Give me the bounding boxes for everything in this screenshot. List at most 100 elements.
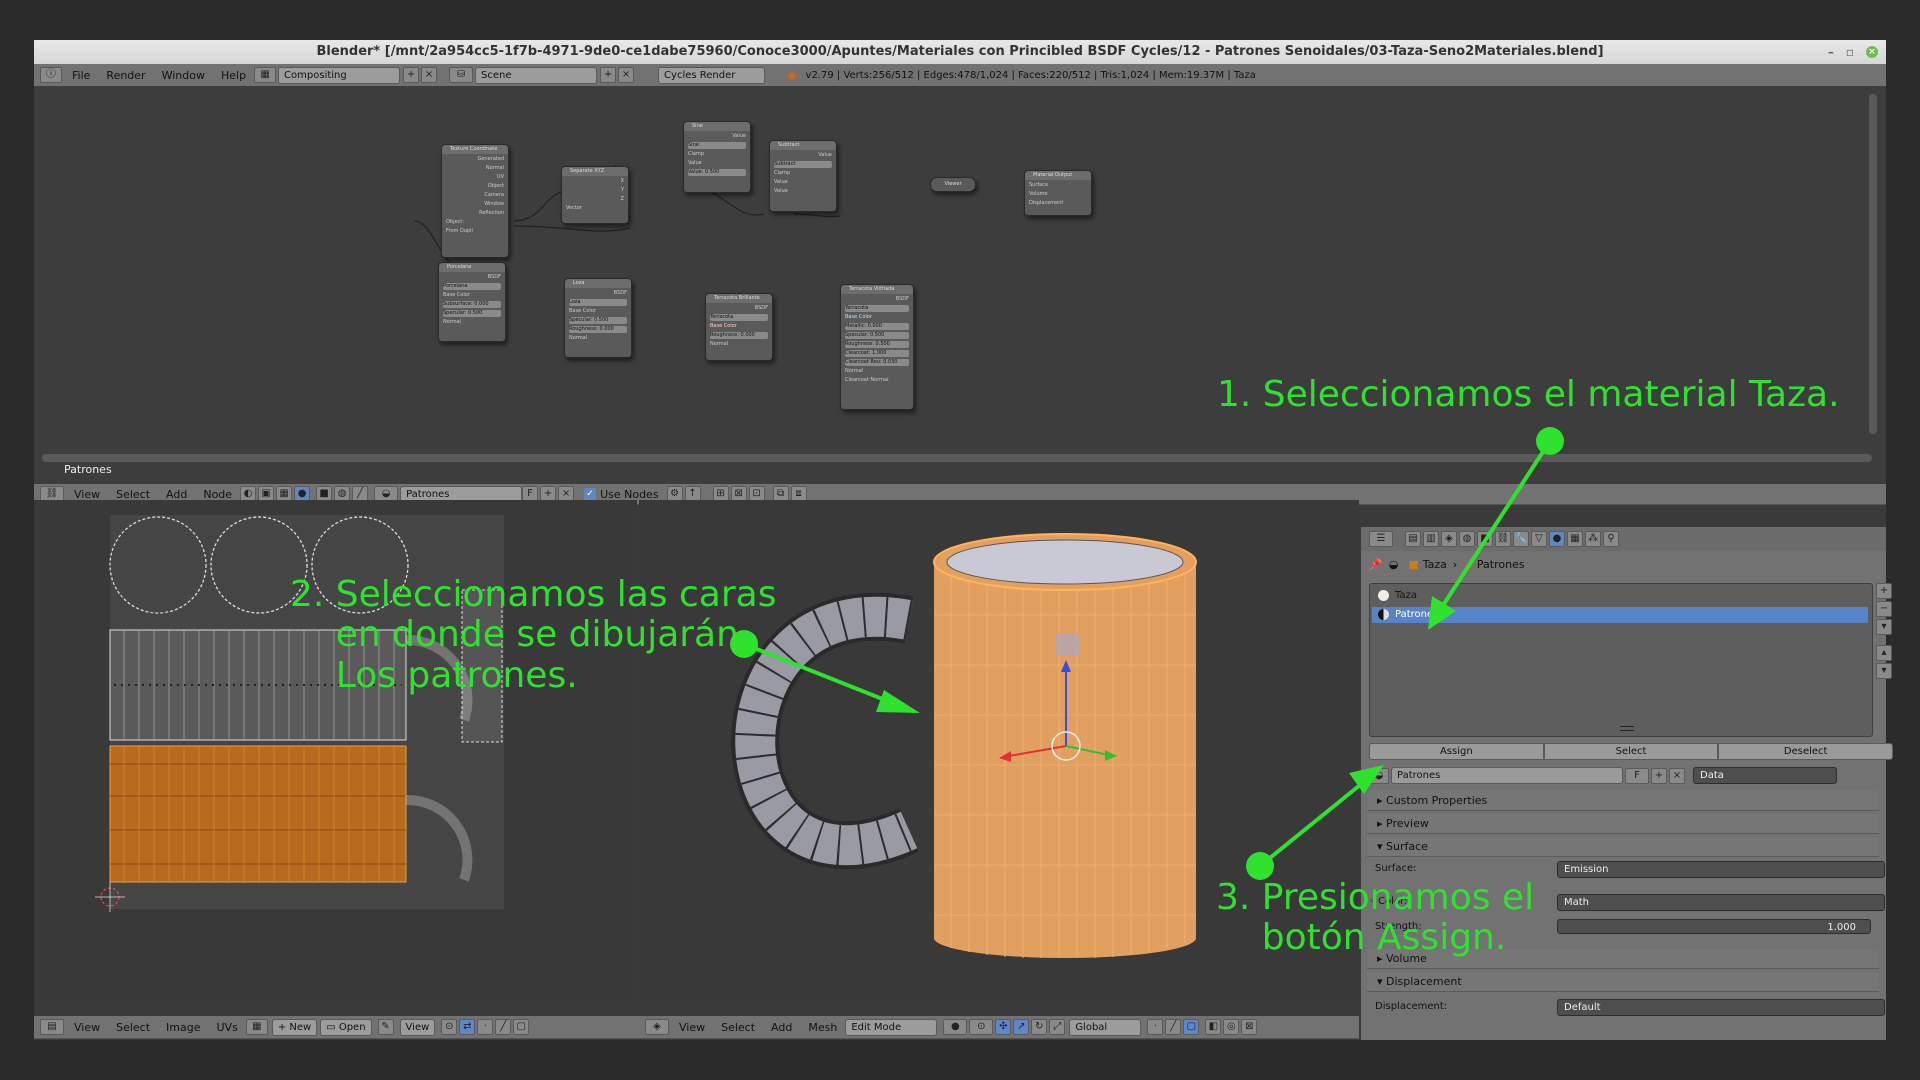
rotate-icon[interactable]: ↻ bbox=[1031, 1019, 1048, 1035]
node-subtract[interactable]: Subtract Value Subtract Clamp Value Valu… bbox=[769, 140, 837, 212]
node-separate-xyz[interactable]: Separate XYZ X Y Z Vector bbox=[561, 166, 629, 224]
material-slot-patrones[interactable]: Patrones bbox=[1372, 607, 1868, 623]
node-terracota-brillante[interactable]: Terracota Brillante BSDF Terracota Base … bbox=[705, 293, 773, 361]
color-input-select[interactable]: Math bbox=[1557, 894, 1885, 911]
edge-mode-icon[interactable]: ╱ bbox=[1165, 1019, 1182, 1035]
pin-image-icon[interactable]: ✎ bbox=[377, 1019, 394, 1035]
pin-icon[interactable]: 📌 bbox=[1369, 558, 1383, 571]
node-menu-select[interactable]: Select bbox=[116, 488, 150, 501]
modifiers-tab-icon[interactable]: 🔧 bbox=[1513, 531, 1529, 547]
face-mode-icon[interactable]: ▢ bbox=[1183, 1019, 1200, 1035]
node-viewer[interactable]: Viewer bbox=[930, 177, 976, 192]
move-slot-down-icon[interactable]: ▾ bbox=[1876, 663, 1892, 679]
properties-editor-type-icon[interactable]: ☰ bbox=[1369, 531, 1393, 547]
object-tab-icon[interactable]: ■ bbox=[1477, 531, 1493, 547]
material-name-field[interactable]: Patrones bbox=[1391, 767, 1623, 784]
sync-selection-icon[interactable]: ⇄ bbox=[459, 1019, 476, 1035]
remove-slot-icon[interactable]: − bbox=[1876, 601, 1892, 617]
minimize-icon[interactable]: – bbox=[1828, 40, 1834, 64]
add-layout-icon[interactable]: + bbox=[403, 67, 420, 83]
snap-icon[interactable]: ⊠ bbox=[1241, 1019, 1258, 1035]
node-sine[interactable]: Sine Value Sine Clamp Value Value: 0.500 bbox=[683, 121, 751, 193]
panel-displacement[interactable]: ▾ Displacement bbox=[1367, 972, 1879, 992]
new-image-button[interactable]: + New bbox=[271, 1018, 318, 1036]
uv-menu-image[interactable]: Image bbox=[166, 1021, 200, 1034]
material-tab-icon[interactable]: ● bbox=[1549, 531, 1565, 547]
material-browse-icon[interactable]: ◒ bbox=[1369, 767, 1389, 784]
3d-menu-view[interactable]: View bbox=[679, 1021, 705, 1034]
remove-scene-icon[interactable]: × bbox=[618, 67, 635, 83]
uv-view-mode-select[interactable]: View bbox=[399, 1018, 436, 1036]
manipulator-icon[interactable]: ✣ bbox=[995, 1019, 1012, 1035]
render-tab-icon[interactable]: ▤ bbox=[1405, 531, 1421, 547]
fake-user-button[interactable]: F bbox=[1625, 767, 1649, 784]
screen-layout-field[interactable]: Compositing bbox=[278, 66, 401, 84]
scene-field[interactable]: Scene bbox=[475, 66, 598, 84]
screen-layout-icon[interactable]: ▦ bbox=[254, 67, 277, 83]
menu-file[interactable]: File bbox=[72, 69, 90, 82]
node-material-output[interactable]: Material Output Surface Volume Displacem… bbox=[1024, 170, 1092, 216]
node-menu-add[interactable]: Add bbox=[166, 488, 187, 501]
edge-select-icon[interactable]: ╱ bbox=[495, 1019, 512, 1035]
remove-layout-icon[interactable]: × bbox=[421, 67, 438, 83]
proportional-editing-icon[interactable]: ◎ bbox=[1223, 1019, 1240, 1035]
node-texture-coordinate[interactable]: Texture Coordinate Generated Normal UV O… bbox=[441, 144, 509, 258]
uv-menu-view[interactable]: View bbox=[74, 1021, 100, 1034]
face-select-icon[interactable]: ▢ bbox=[513, 1019, 530, 1035]
uv-editor-type-icon[interactable]: ▤ bbox=[40, 1019, 64, 1035]
node-loza[interactable]: Loza BSDF Loza Base Color Specular: 0.50… bbox=[564, 278, 632, 358]
mode-select[interactable]: Edit Mode bbox=[845, 1018, 938, 1036]
info-editor-type-icon[interactable]: ⓘ bbox=[40, 67, 62, 83]
pivot-point-icon[interactable]: ⊙ bbox=[969, 1019, 994, 1035]
transform-orientation-select[interactable]: Global bbox=[1069, 1018, 1142, 1036]
material-slot-taza[interactable]: Taza bbox=[1372, 588, 1868, 604]
open-image-button[interactable]: ▭ Open bbox=[320, 1018, 372, 1036]
particles-tab-icon[interactable]: ⁂ bbox=[1585, 531, 1601, 547]
node-menu-view[interactable]: View bbox=[74, 488, 100, 501]
uv-menu-select[interactable]: Select bbox=[116, 1021, 150, 1034]
new-material-icon[interactable]: + bbox=[1651, 767, 1667, 784]
menu-render[interactable]: Render bbox=[106, 69, 145, 82]
select-button[interactable]: Select bbox=[1543, 743, 1719, 760]
assign-button[interactable]: Assign bbox=[1369, 743, 1544, 760]
node-menu-node[interactable]: Node bbox=[203, 488, 232, 501]
strength-slider[interactable]: 1.000 bbox=[1557, 919, 1871, 934]
add-slot-icon[interactable]: + bbox=[1876, 583, 1892, 599]
scene-tab-icon[interactable]: ◈ bbox=[1441, 531, 1457, 547]
vertex-select-icon[interactable]: · bbox=[477, 1019, 494, 1035]
add-scene-icon[interactable]: + bbox=[600, 67, 617, 83]
deselect-button[interactable]: Deselect bbox=[1718, 743, 1894, 760]
3d-menu-add[interactable]: Add bbox=[771, 1021, 792, 1034]
translate-icon[interactable]: ↗ bbox=[1013, 1019, 1030, 1035]
viewport-shading-icon[interactable]: ● bbox=[943, 1019, 968, 1035]
close-icon[interactable]: × bbox=[1866, 46, 1878, 58]
node-editor[interactable]: Texture Coordinate Generated Normal UV O… bbox=[34, 86, 1886, 484]
uv-menu-uvs[interactable]: UVs bbox=[217, 1021, 238, 1034]
list-resize-handle[interactable] bbox=[1620, 726, 1634, 731]
image-browse-icon[interactable]: ▦ bbox=[245, 1019, 268, 1035]
surface-shader-select[interactable]: Emission bbox=[1557, 861, 1885, 878]
use-nodes-checkbox[interactable]: ✓ bbox=[584, 488, 597, 500]
panel-preview[interactable]: ▸ Preview bbox=[1367, 814, 1879, 834]
material-slot-list[interactable]: Taza Patrones bbox=[1369, 583, 1873, 737]
constraints-tab-icon[interactable]: ⛓ bbox=[1495, 531, 1511, 547]
3d-menu-mesh[interactable]: Mesh bbox=[808, 1021, 837, 1034]
pivot-icon[interactable]: ⊙ bbox=[441, 1019, 458, 1035]
maximize-icon[interactable]: ▫ bbox=[1846, 40, 1854, 64]
render-engine-select[interactable]: Cycles Render bbox=[658, 66, 766, 84]
link-select[interactable]: Data bbox=[1693, 767, 1837, 784]
physics-tab-icon[interactable]: ⚲ bbox=[1603, 531, 1619, 547]
scene-icon[interactable]: ⛁ bbox=[449, 67, 474, 83]
panel-surface[interactable]: ▾ Surface bbox=[1367, 837, 1879, 857]
slot-specials-icon[interactable]: ▾ bbox=[1876, 619, 1892, 635]
occlude-geometry-icon[interactable]: ◧ bbox=[1205, 1019, 1222, 1035]
menu-window[interactable]: Window bbox=[162, 69, 205, 82]
unlink-material-icon[interactable]: × bbox=[1669, 767, 1685, 784]
displacement-select[interactable]: Default bbox=[1557, 999, 1885, 1016]
data-tab-icon[interactable]: ▽ bbox=[1531, 531, 1547, 547]
menu-help[interactable]: Help bbox=[221, 69, 246, 82]
3d-menu-select[interactable]: Select bbox=[721, 1021, 755, 1034]
texture-tab-icon[interactable]: ▦ bbox=[1567, 531, 1583, 547]
vertex-mode-icon[interactable]: · bbox=[1147, 1019, 1164, 1035]
move-slot-up-icon[interactable]: ▴ bbox=[1876, 645, 1892, 661]
